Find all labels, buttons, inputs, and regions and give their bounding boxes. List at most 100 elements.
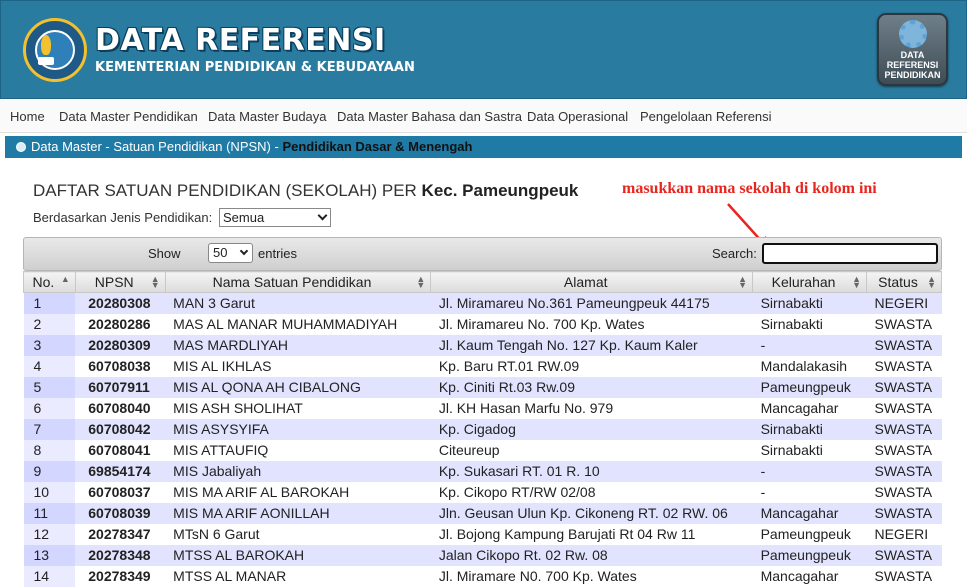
breadcrumb: Data Master - Satuan Pendidikan (NPSN) -… bbox=[5, 136, 962, 158]
sort-icon: ▲ ▼ bbox=[852, 274, 861, 290]
cell-status: SWASTA bbox=[866, 439, 942, 461]
cell-npsn: 20278349 bbox=[75, 565, 166, 587]
page-title-text: DAFTAR SATUAN PENDIDIKAN (SEKOLAH) PER bbox=[33, 181, 422, 200]
cell-alamat: Jl. Miramare N0. 700 Kp. Wates bbox=[430, 565, 753, 587]
nav-item-home[interactable]: Home bbox=[10, 109, 45, 124]
cell-no: 4 bbox=[23, 355, 76, 377]
cell-alamat: Jalan Cikopo Rt. 02 Rw. 08 bbox=[430, 544, 753, 566]
cell-alamat: Kp. Baru RT.01 RW.09 bbox=[430, 355, 753, 377]
cell-nama: MIS ATTAUFIQ bbox=[165, 439, 431, 461]
cell-nama: MAS MARDLIYAH bbox=[165, 334, 431, 356]
cell-kelurahan: Sirnabakti bbox=[752, 292, 867, 314]
table-row[interactable]: 8 60708041 MIS ATTAUFIQ Citeureup Sirnabakti… bbox=[23, 439, 942, 461]
data-referensi-badge-icon[interactable]: DATA REFERENSI PENDIDIKAN bbox=[877, 13, 948, 86]
cell-no: 5 bbox=[23, 376, 76, 398]
jenis-pendidikan-select[interactable]: Semua bbox=[219, 208, 331, 227]
column-header-npsn[interactable]: NPSN ▲ ▼ bbox=[74, 271, 166, 293]
cell-npsn: 60707911 bbox=[75, 376, 166, 398]
school-table: No. ▲ NPSN ▲ ▼ Nama Satuan Pendidikan ▲ ▼ Ala… bbox=[23, 271, 943, 587]
cell-no: 10 bbox=[23, 481, 76, 503]
cell-status: SWASTA bbox=[866, 565, 942, 587]
table-row[interactable]: 9 69854174 MIS Jabaliyah Kp. Sukasari RT. 0… bbox=[23, 460, 942, 482]
cell-nama: MTSS AL MANAR bbox=[165, 565, 431, 587]
nav-item-pengelolaan-referensi[interactable]: Pengelolaan Referensi bbox=[640, 109, 772, 124]
cell-npsn: 60708039 bbox=[75, 502, 166, 524]
cell-kelurahan: Pameungpeuk bbox=[752, 523, 867, 545]
table-row[interactable]: 4 60708038 MIS AL IKHLAS Kp. Baru RT.01 RW.… bbox=[23, 355, 942, 377]
breadcrumb-current: Pendidikan Dasar & Menengah bbox=[282, 139, 473, 154]
entries-select[interactable]: 50 bbox=[208, 243, 253, 263]
search-input[interactable] bbox=[762, 243, 938, 264]
table-row[interactable]: 10 60708037 MIS MA ARIF AL BAROKAH Kp. Ciko… bbox=[23, 481, 942, 503]
table-row[interactable]: 5 60707911 MIS AL QONA AH CIBALONG Kp. Cini… bbox=[23, 376, 942, 398]
column-header-no[interactable]: No. ▲ bbox=[23, 271, 76, 293]
table-row[interactable]: 12 20278347 MTsN 6 Garut Jl. Bojong Kampung… bbox=[23, 523, 942, 545]
table-row[interactable]: 7 60708042 MIS ASYSYIFA Kp. Cigadog Sirnabak… bbox=[23, 418, 942, 440]
badge-label: DATA REFERENSI PENDIDIKAN bbox=[884, 50, 941, 80]
cell-kelurahan: Sirnabakti bbox=[752, 418, 867, 440]
cell-status: NEGERI bbox=[866, 292, 942, 314]
cell-alamat: Jln. Geusan Ulun Kp. Cikoneng RT. 02 RW.… bbox=[430, 502, 753, 524]
cell-alamat: Kp. Cikopo RT/RW 02/08 bbox=[430, 481, 753, 503]
cell-alamat: Jl. KH Hasan Marfu No. 979 bbox=[430, 397, 753, 419]
cell-no: 14 bbox=[23, 565, 76, 587]
table-header-row: No. ▲ NPSN ▲ ▼ Nama Satuan Pendidikan ▲ ▼ Ala… bbox=[23, 271, 943, 293]
kemendikbud-logo-icon bbox=[23, 18, 87, 82]
table-row[interactable]: 2 20280286 MAS AL MANAR MUHAMMADIYAH Jl. Mi… bbox=[23, 313, 942, 335]
column-header-status[interactable]: Status ▲ ▼ bbox=[865, 271, 943, 293]
cell-nama: MTSS AL BAROKAH bbox=[165, 544, 431, 566]
cell-no: 6 bbox=[23, 397, 76, 419]
breadcrumb-path: Data Master - Satuan Pendidikan (NPSN) - bbox=[31, 139, 283, 154]
cell-kelurahan: Pameungpeuk bbox=[752, 544, 867, 566]
cell-kelurahan: Sirnabakti bbox=[752, 439, 867, 461]
cell-alamat: Kp. Sukasari RT. 01 R. 10 bbox=[430, 460, 753, 482]
cell-nama: MTsN 6 Garut bbox=[165, 523, 431, 545]
cell-npsn: 60708041 bbox=[75, 439, 166, 461]
table-row[interactable]: 11 60708039 MIS MA ARIF AONILLAH Jln. Geusa… bbox=[23, 502, 942, 524]
breadcrumb-bullet-icon bbox=[16, 142, 26, 152]
cell-kelurahan: - bbox=[752, 334, 867, 356]
main-nav: Home Data Master Pendidikan Data Master … bbox=[0, 99, 967, 133]
cell-kelurahan: - bbox=[752, 481, 867, 503]
table-row[interactable]: 13 20278348 MTSS AL BAROKAH Jalan Cikopo Rt… bbox=[23, 544, 942, 566]
cell-no: 11 bbox=[23, 502, 76, 524]
cell-nama: MIS Jabaliyah bbox=[165, 460, 431, 482]
cell-no: 9 bbox=[23, 460, 76, 482]
jenis-pendidikan-value: Semua bbox=[223, 210, 265, 225]
cell-npsn: 60708040 bbox=[75, 397, 166, 419]
cell-nama: MIS ASYSYIFA bbox=[165, 418, 431, 440]
filter-label: Berdasarkan Jenis Pendidikan: bbox=[33, 210, 213, 225]
table-row[interactable]: 1 20280308 MAN 3 Garut Jl. Miramareu No.361… bbox=[23, 292, 942, 314]
cell-status: SWASTA bbox=[866, 418, 942, 440]
site-subtitle: KEMENTERIAN PENDIDIKAN & KEBUDAYAAN bbox=[95, 60, 415, 75]
nav-item-data-master-bahasa-sastra[interactable]: Data Master Bahasa dan Sastra bbox=[337, 109, 522, 124]
search-label: Search: bbox=[712, 246, 757, 261]
site-header: DATA REFERENSI KEMENTERIAN PENDIDIKAN & … bbox=[0, 0, 967, 99]
column-header-kelurahan[interactable]: Kelurahan ▲ ▼ bbox=[752, 271, 867, 293]
sort-icon: ▲ ▼ bbox=[416, 274, 426, 290]
nav-item-data-master-budaya[interactable]: Data Master Budaya bbox=[208, 109, 327, 124]
cell-no: 1 bbox=[23, 292, 76, 314]
cell-nama: MIS MA ARIF AONILLAH bbox=[165, 502, 431, 524]
page-title-place: Kec. Pameungpeuk bbox=[421, 181, 579, 200]
cell-no: 2 bbox=[23, 313, 76, 335]
table-row[interactable]: 14 20278349 MTSS AL MANAR Jl. Miramare N0. … bbox=[23, 565, 942, 587]
nav-item-data-operasional[interactable]: Data Operasional bbox=[527, 109, 628, 124]
cell-no: 13 bbox=[23, 544, 76, 566]
cell-status: SWASTA bbox=[866, 355, 942, 377]
cell-alamat: Jl. Miramareu No. 700 Kp. Wates bbox=[430, 313, 753, 335]
cell-npsn: 20280308 bbox=[75, 292, 166, 314]
table-row[interactable]: 6 60708040 MIS ASH SHOLIHAT Jl. KH Hasan Ma… bbox=[23, 397, 942, 419]
cell-alamat: Jl. Kaum Tengah No. 127 Kp. Kaum Kaler bbox=[430, 334, 753, 356]
column-header-alamat[interactable]: Alamat ▲ ▼ bbox=[430, 271, 754, 293]
cell-npsn: 60708038 bbox=[75, 355, 166, 377]
cell-status: SWASTA bbox=[866, 460, 942, 482]
column-header-nama[interactable]: Nama Satuan Pendidikan ▲ ▼ bbox=[164, 271, 432, 293]
nav-item-data-master-pendidikan[interactable]: Data Master Pendidikan bbox=[59, 109, 198, 124]
entries-label: entries bbox=[258, 246, 298, 261]
chevron-down-icon bbox=[239, 246, 249, 256]
cell-alamat: Kp. Cigadog bbox=[430, 418, 753, 440]
show-label: Show bbox=[148, 246, 181, 261]
chevron-down-icon bbox=[317, 210, 328, 221]
table-row[interactable]: 3 20280309 MAS MARDLIYAH Jl. Kaum Tengah No… bbox=[23, 334, 942, 356]
